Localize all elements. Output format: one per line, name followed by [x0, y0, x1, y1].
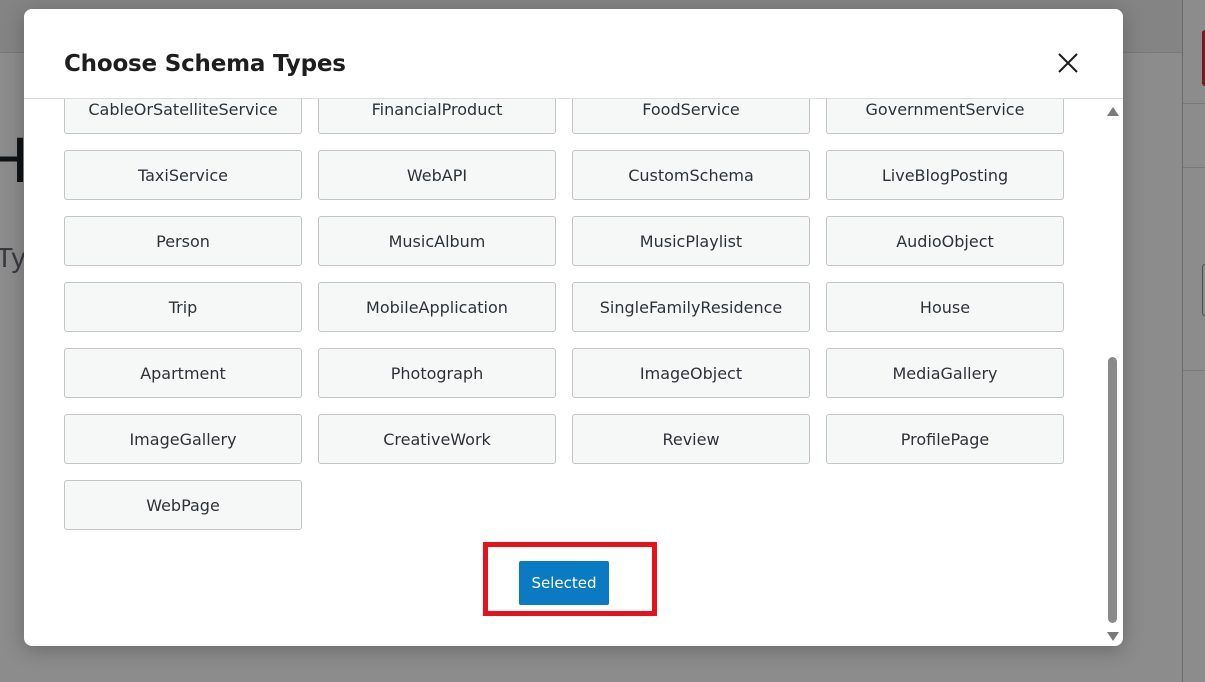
- schema-type-option[interactable]: Photograph: [318, 348, 556, 398]
- close-button[interactable]: [1054, 49, 1082, 77]
- schema-type-option[interactable]: House: [826, 282, 1064, 332]
- modal-title: Choose Schema Types: [64, 51, 346, 77]
- schema-type-option[interactable]: GovernmentService: [826, 99, 1064, 134]
- scroll-down-arrow-icon[interactable]: [1107, 632, 1119, 641]
- modal-body: CableOrSatelliteService FinancialProduct F…: [24, 99, 1123, 646]
- schema-type-option[interactable]: ImageObject: [572, 348, 810, 398]
- scrollbar-thumb[interactable]: [1108, 357, 1117, 623]
- schema-type-option[interactable]: CableOrSatelliteService: [64, 99, 302, 134]
- schema-type-option[interactable]: LiveBlogPosting: [826, 150, 1064, 200]
- scroll-up-arrow-icon[interactable]: [1107, 107, 1119, 116]
- selected-button[interactable]: Selected: [519, 561, 609, 605]
- schema-type-option[interactable]: ProfilePage: [826, 414, 1064, 464]
- schema-type-grid: CableOrSatelliteService FinancialProduct F…: [64, 99, 1064, 530]
- schema-type-option[interactable]: WebPage: [64, 480, 302, 530]
- schema-type-option[interactable]: Trip: [64, 282, 302, 332]
- schema-type-option[interactable]: MusicPlaylist: [572, 216, 810, 266]
- schema-type-option[interactable]: TaxiService: [64, 150, 302, 200]
- schema-type-option[interactable]: Review: [572, 414, 810, 464]
- modal-scrollbar[interactable]: [1105, 101, 1121, 646]
- schema-type-option[interactable]: FinancialProduct: [318, 99, 556, 134]
- close-icon: [1058, 53, 1078, 73]
- choose-schema-modal: Choose Schema Types CableOrSatelliteServ…: [24, 9, 1123, 646]
- modal-header: Choose Schema Types: [24, 9, 1123, 99]
- schema-type-option[interactable]: MusicAlbum: [318, 216, 556, 266]
- schema-type-option[interactable]: SingleFamilyResidence: [572, 282, 810, 332]
- schema-type-option[interactable]: FoodService: [572, 99, 810, 134]
- schema-type-option[interactable]: ImageGallery: [64, 414, 302, 464]
- schema-type-option[interactable]: Person: [64, 216, 302, 266]
- schema-type-option[interactable]: MediaGallery: [826, 348, 1064, 398]
- schema-type-option[interactable]: AudioObject: [826, 216, 1064, 266]
- schema-type-option[interactable]: WebAPI: [318, 150, 556, 200]
- schema-type-option[interactable]: MobileApplication: [318, 282, 556, 332]
- schema-type-option[interactable]: CustomSchema: [572, 150, 810, 200]
- schema-type-option[interactable]: CreativeWork: [318, 414, 556, 464]
- schema-type-option[interactable]: Apartment: [64, 348, 302, 398]
